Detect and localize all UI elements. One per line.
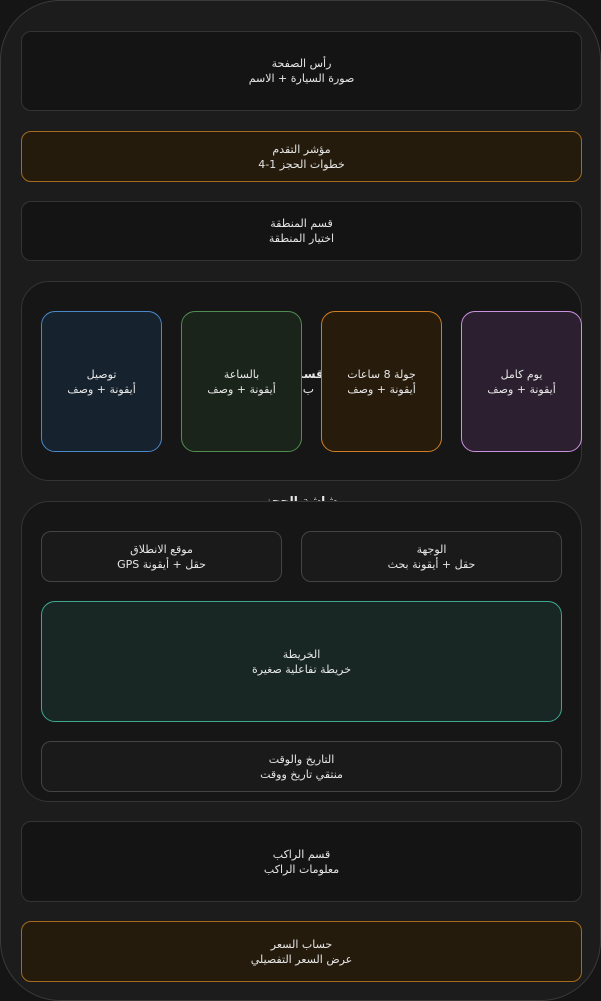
- destination-field[interactable]: الوجهة حقل + أيقونة بحث: [301, 531, 562, 582]
- passenger-title: قسم الراكب: [272, 847, 331, 861]
- price-subtitle: عرض السعر التفصيلي: [250, 952, 353, 966]
- service-card-title: بالساعة: [223, 367, 260, 381]
- zone-subtitle: اختيار المنطقة: [268, 232, 335, 245]
- service-card-subtitle: أيقونة + وصف: [347, 382, 416, 396]
- map-title: الخريطة: [282, 647, 321, 661]
- service-card-subtitle: أيقونة + وصف: [207, 382, 276, 396]
- service-card-hourly[interactable]: بالساعة أيقونة + وصف: [181, 311, 302, 452]
- map-subtitle: خريطة تفاعلية صغيرة: [251, 662, 352, 676]
- zone-title: قسم المنطقة: [270, 217, 333, 230]
- zone-block: قسم المنطقة اختيار المنطقة: [21, 201, 582, 261]
- pickup-title: موقع الانطلاق: [130, 542, 193, 556]
- datetime-title: التاريخ والوقت: [268, 752, 335, 766]
- price-title: حساب السعر: [270, 937, 333, 951]
- header-title: رأس الصفحة: [271, 57, 332, 70]
- service-card-subtitle: أيقونة + وصف: [487, 382, 556, 396]
- header-block: رأس الصفحة صورة السيارة + الاسم: [21, 31, 582, 111]
- datetime-picker[interactable]: التاريخ والوقت منتقي تاريخ ووقت: [41, 741, 562, 792]
- progress-subtitle: خطوات الحجز 1-4: [258, 157, 345, 171]
- service-card-full-day[interactable]: يوم كامل أيقونة + وصف: [461, 311, 582, 452]
- destination-subtitle: حقل + أيقونة بحث: [387, 557, 476, 571]
- map-block[interactable]: الخريطة خريطة تفاعلية صغيرة: [41, 601, 562, 722]
- service-card-subtitle: أيقونة + وصف: [67, 382, 136, 396]
- destination-title: الوجهة: [416, 542, 447, 556]
- service-card-title: جولة 8 ساعات: [347, 367, 416, 381]
- service-card-title: يوم كامل: [500, 367, 543, 381]
- passenger-block: قسم الراكب معلومات الراكب: [21, 821, 582, 902]
- progress-title: مؤشر التقدم: [272, 142, 331, 156]
- trip-section-ghost-title: شاشة الحجز: [264, 494, 338, 501]
- pickup-subtitle: حقل + أيقونة GPS: [117, 557, 206, 571]
- passenger-subtitle: معلومات الراكب: [263, 862, 340, 876]
- header-subtitle: صورة السيارة + الاسم: [248, 72, 355, 85]
- service-card-transfer[interactable]: توصيل أيقونة + وصف: [41, 311, 162, 452]
- service-card-title: توصيل: [86, 367, 117, 381]
- datetime-subtitle: منتقي تاريخ ووقت: [260, 767, 343, 781]
- price-block: حساب السعر عرض السعر التفصيلي: [21, 921, 582, 982]
- service-card-8h-tour[interactable]: جولة 8 ساعات أيقونة + وصف: [321, 311, 442, 452]
- progress-block: مؤشر التقدم خطوات الحجز 1-4: [21, 131, 582, 182]
- phone-frame: رأس الصفحة صورة السيارة + الاسم مؤشر الت…: [0, 0, 601, 1001]
- pickup-field[interactable]: موقع الانطلاق حقل + أيقونة GPS: [41, 531, 282, 582]
